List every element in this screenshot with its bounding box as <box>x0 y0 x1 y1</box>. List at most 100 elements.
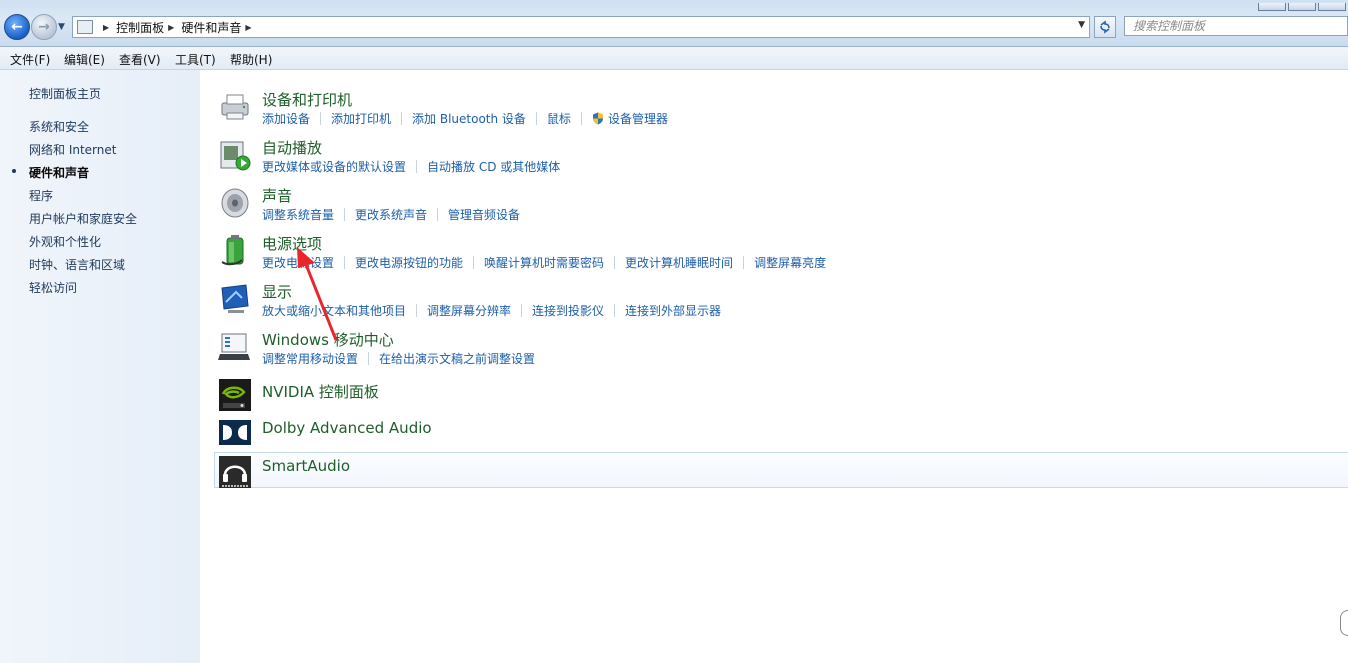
maximize-button[interactable] <box>1288 3 1316 11</box>
search-input[interactable]: 搜索控制面板 <box>1124 16 1348 36</box>
link-change-sounds[interactable]: 更改系统声音 <box>355 206 427 223</box>
scroll-handle[interactable] <box>1340 610 1348 636</box>
address-bar-area: ← → ▼ ▶ 控制面板 ▶ 硬件和声音 ▶ ▼ 搜索控制面板 <box>0 0 1348 47</box>
link-divider <box>437 208 439 221</box>
category-title-display[interactable]: 显示 <box>262 281 292 302</box>
chevron-right-icon[interactable]: ▶ <box>245 23 251 32</box>
link-divider <box>521 304 523 317</box>
link-add-bluetooth[interactable]: 添加 Bluetooth 设备 <box>412 110 526 127</box>
link-mobility-settings[interactable]: 调整常用移动设置 <box>262 350 358 367</box>
link-divider <box>535 112 537 125</box>
link-external-display[interactable]: 连接到外部显示器 <box>625 302 721 319</box>
refresh-icon <box>1100 20 1110 34</box>
headphones-icon[interactable] <box>218 455 252 489</box>
category-title-dolby[interactable]: Dolby Advanced Audio <box>262 419 432 437</box>
breadcrumb-control-panel[interactable]: 控制面板 <box>116 19 164 36</box>
menu-bar: 文件(F) 编辑(E) 查看(V) 工具(T) 帮助(H) <box>0 47 1348 70</box>
menu-view[interactable]: 查看(V) <box>119 51 161 68</box>
menu-tools[interactable]: 工具(T) <box>175 51 216 68</box>
link-divider <box>401 112 403 125</box>
back-button[interactable]: ← <box>4 14 30 40</box>
minimize-button[interactable] <box>1258 3 1286 11</box>
link-sleep-time[interactable]: 更改计算机睡眠时间 <box>625 254 733 271</box>
link-divider <box>416 304 418 317</box>
chevron-right-icon[interactable]: ▶ <box>168 23 174 32</box>
link-divider <box>416 160 418 173</box>
link-add-device[interactable]: 添加设备 <box>262 110 310 127</box>
sidebar-item-network[interactable]: 网络和 Internet <box>29 141 116 158</box>
sidebar-item-programs[interactable]: 程序 <box>29 187 53 204</box>
link-screen-resolution[interactable]: 调整屏幕分辨率 <box>427 302 511 319</box>
dolby-icon[interactable] <box>218 417 252 447</box>
chevron-right-icon[interactable]: ▶ <box>103 23 109 32</box>
sidebar-item-appearance[interactable]: 外观和个性化 <box>29 233 101 250</box>
menu-file[interactable]: 文件(F) <box>10 51 50 68</box>
current-item-bullet <box>12 169 16 173</box>
link-manage-audio[interactable]: 管理音频设备 <box>448 206 520 223</box>
autoplay-links: 更改媒体或设备的默认设置 自动播放 CD 或其他媒体 <box>262 158 560 175</box>
monitor-icon[interactable] <box>218 282 252 316</box>
sidebar-item-clock-region[interactable]: 时钟、语言和区域 <box>29 256 125 273</box>
category-title-mobility-center[interactable]: Windows 移动中心 <box>262 329 394 350</box>
smartaudio-row-highlight[interactable] <box>214 452 1348 488</box>
link-divider <box>743 256 745 269</box>
sidebar-item-ease-of-access[interactable]: 轻松访问 <box>29 279 77 296</box>
sidebar-item-hardware-sound: 硬件和声音 <box>29 166 90 180</box>
close-button[interactable] <box>1318 3 1346 11</box>
mobility-links: 调整常用移动设置 在给出演示文稿之前调整设置 <box>262 350 535 367</box>
forward-button[interactable]: → <box>31 14 57 40</box>
uac-shield-icon <box>592 112 603 125</box>
menu-help[interactable]: 帮助(H) <box>230 51 272 68</box>
category-title-power[interactable]: 电源选项 <box>262 233 322 254</box>
battery-icon[interactable] <box>218 234 252 268</box>
sidebar: 控制面板主页 系统和安全 网络和 Internet 硬件和声音 程序 用户帐户和… <box>0 70 200 663</box>
link-add-printer[interactable]: 添加打印机 <box>331 110 391 127</box>
link-power-button[interactable]: 更改电源按钮的功能 <box>355 254 463 271</box>
sidebar-item-system-security[interactable]: 系统和安全 <box>29 118 89 135</box>
link-divider <box>473 256 475 269</box>
link-divider <box>344 256 346 269</box>
category-title-smartaudio[interactable]: SmartAudio <box>262 457 350 475</box>
link-presentation-settings[interactable]: 在给出演示文稿之前调整设置 <box>379 350 535 367</box>
link-text-size[interactable]: 放大或缩小文本和其他项目 <box>262 302 406 319</box>
category-title-sound[interactable]: 声音 <box>262 185 292 206</box>
link-divider <box>320 112 322 125</box>
refresh-button[interactable] <box>1094 16 1116 38</box>
link-divider <box>614 256 616 269</box>
printer-icon[interactable] <box>218 89 252 123</box>
devices-printers-links: 添加设备 添加打印机 添加 Bluetooth 设备 鼠标 设备管理器 <box>262 110 668 127</box>
display-links: 放大或缩小文本和其他项目 调整屏幕分辨率 连接到投影仪 连接到外部显示器 <box>262 302 721 319</box>
link-mouse[interactable]: 鼠标 <box>547 110 571 127</box>
autoplay-icon[interactable] <box>218 138 252 172</box>
link-screen-brightness[interactable]: 调整屏幕亮度 <box>754 254 826 271</box>
link-divider <box>344 208 346 221</box>
sidebar-item-user-accounts[interactable]: 用户帐户和家庭安全 <box>29 210 137 227</box>
sidebar-home-link[interactable]: 控制面板主页 <box>29 85 101 102</box>
address-input[interactable]: ▶ 控制面板 ▶ 硬件和声音 ▶ ▼ <box>72 16 1090 38</box>
window-controls <box>1256 0 1348 11</box>
speaker-icon[interactable] <box>218 186 252 220</box>
annotation-arrow <box>297 247 338 341</box>
link-divider <box>614 304 616 317</box>
category-title-devices-printers[interactable]: 设备和打印机 <box>262 89 352 110</box>
link-divider <box>368 352 370 365</box>
link-device-manager[interactable]: 设备管理器 <box>608 110 668 127</box>
sound-links: 调整系统音量 更改系统声音 管理音频设备 <box>262 206 520 223</box>
breadcrumb-hardware-sound[interactable]: 硬件和声音 <box>181 19 241 36</box>
menu-edit[interactable]: 编辑(E) <box>64 51 105 68</box>
category-title-autoplay[interactable]: 自动播放 <box>262 137 322 158</box>
link-autoplay-cd[interactable]: 自动播放 CD 或其他媒体 <box>427 158 560 175</box>
link-adjust-volume[interactable]: 调整系统音量 <box>262 206 334 223</box>
power-links: 更改电源设置 更改电源按钮的功能 唤醒计算机时需要密码 更改计算机睡眠时间 调整… <box>262 254 826 271</box>
control-panel-icon <box>77 20 93 34</box>
link-change-default-media[interactable]: 更改媒体或设备的默认设置 <box>262 158 406 175</box>
recent-pages-dropdown[interactable]: ▼ <box>58 22 65 32</box>
link-divider <box>580 112 582 125</box>
chevron-down-icon[interactable]: ▼ <box>1078 20 1085 30</box>
category-title-nvidia[interactable]: NVIDIA 控制面板 <box>262 381 379 402</box>
link-connect-projector[interactable]: 连接到投影仪 <box>532 302 604 319</box>
nvidia-icon[interactable] <box>218 378 252 412</box>
mobility-center-icon[interactable] <box>218 330 252 364</box>
link-wake-password[interactable]: 唤醒计算机时需要密码 <box>484 254 604 271</box>
link-change-power-settings[interactable]: 更改电源设置 <box>262 254 334 271</box>
